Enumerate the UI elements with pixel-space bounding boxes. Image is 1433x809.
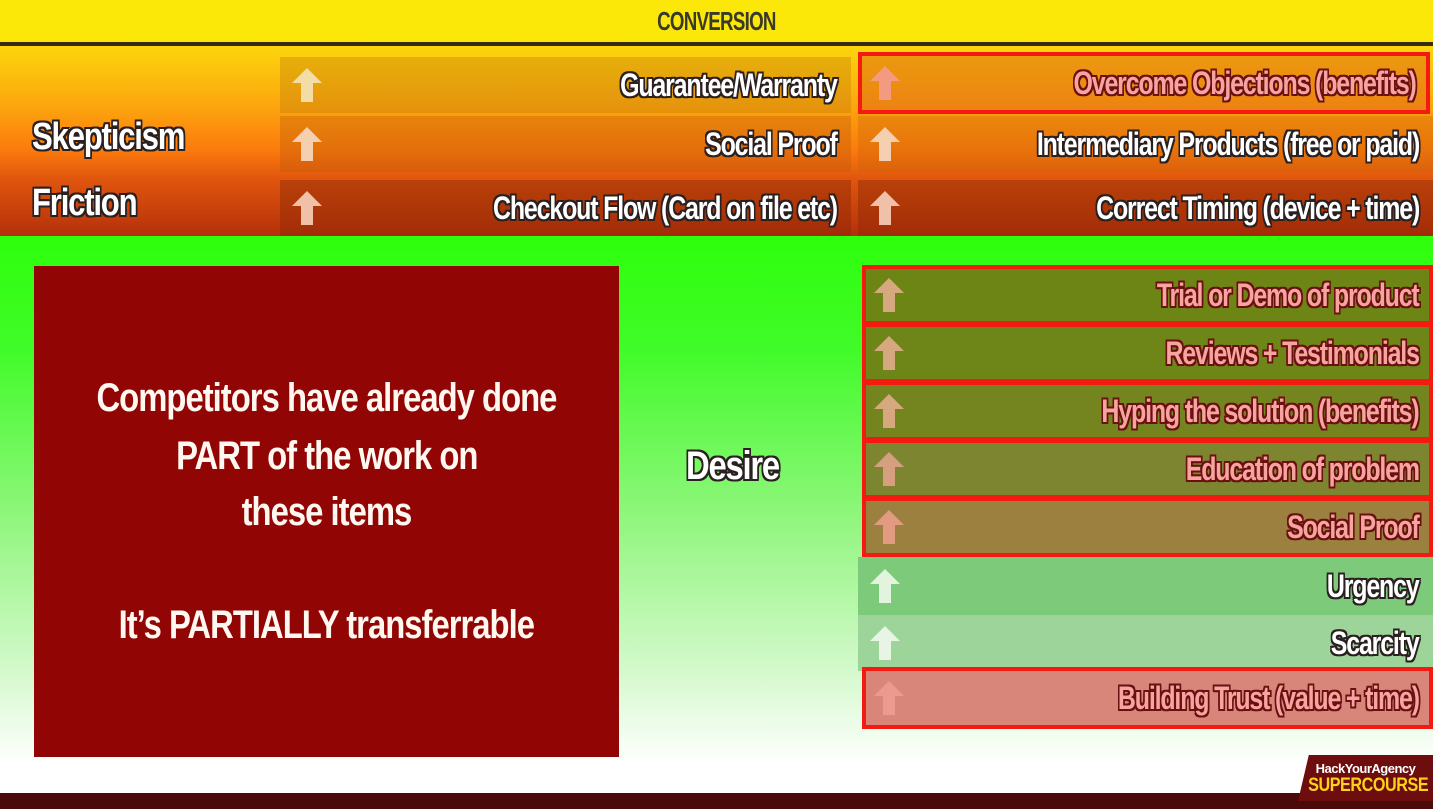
item-label: Overcome Objections (benefits): [1073, 64, 1417, 101]
item-label: Social Proof: [1287, 508, 1420, 545]
slide-title: CONVERSION: [657, 5, 776, 36]
bottom-bar: [0, 793, 1433, 809]
list-item-highlighted: Hyping the solution (benefits): [862, 381, 1433, 441]
item-label: Building Trust (value + time): [1118, 679, 1420, 716]
arrow-up-icon: [874, 278, 904, 312]
callout-line: It’s PARTIALLY transferrable: [118, 603, 535, 647]
list-item: Guarantee/Warranty: [280, 57, 851, 113]
arrow-up-icon: [870, 626, 900, 660]
list-item-highlighted: Reviews + Testimonials: [862, 323, 1433, 383]
arrow-up-icon: [870, 66, 900, 100]
arrow-up-icon: [874, 510, 904, 544]
item-label: Intermediary Products (free or paid): [1036, 125, 1420, 162]
list-item-highlighted: Social Proof: [862, 497, 1433, 557]
list-item-highlighted: Overcome Objections (benefits): [858, 52, 1430, 114]
item-label: Urgency: [1327, 567, 1420, 604]
arrow-up-icon: [870, 127, 900, 161]
arrow-up-icon: [874, 452, 904, 486]
list-item-highlighted: Trial or Demo of product: [862, 265, 1433, 325]
callout-line: PART of the work on: [175, 434, 478, 478]
list-item: Social Proof: [280, 116, 851, 172]
arrow-up-icon: [870, 569, 900, 603]
item-label: Hyping the solution (benefits): [1101, 392, 1420, 429]
list-item: Checkout Flow (Card on file etc): [280, 180, 851, 236]
item-label: Education of problem: [1185, 450, 1420, 487]
brand-logo: HackYourAgency SUPERCOURSE: [1298, 755, 1433, 801]
item-label: Trial or Demo of product: [1157, 276, 1420, 313]
item-label: Guarantee/Warranty: [620, 66, 838, 103]
brand-name: HackYourAgency: [1315, 761, 1416, 776]
list-item-highlighted: Building Trust (value + time): [862, 667, 1433, 729]
category-desire: Desire: [686, 444, 780, 488]
list-item-highlighted: Education of problem: [862, 439, 1433, 499]
arrow-up-icon: [292, 68, 322, 102]
callout-line: these items: [241, 490, 413, 534]
list-item: Urgency: [858, 557, 1433, 615]
list-item: Correct Timing (device + time): [858, 180, 1433, 236]
slide-header: CONVERSION: [0, 0, 1433, 46]
item-label: Checkout Flow (Card on file etc): [493, 189, 838, 226]
list-item: Scarcity: [858, 615, 1433, 671]
arrow-up-icon: [870, 191, 900, 225]
callout-box: Competitors have already done PART of th…: [34, 266, 619, 757]
item-label: Reviews + Testimonials: [1165, 334, 1420, 371]
item-label: Correct Timing (device + time): [1096, 189, 1420, 226]
arrow-up-icon: [874, 394, 904, 428]
arrow-up-icon: [292, 191, 322, 225]
list-item: Intermediary Products (free or paid): [858, 116, 1433, 172]
brand-product: SUPERCOURSE: [1308, 775, 1429, 796]
category-friction: Friction: [32, 182, 138, 224]
arrow-up-icon: [874, 336, 904, 370]
category-skepticism: Skepticism: [32, 116, 185, 158]
callout-line: Competitors have already done: [96, 376, 558, 420]
arrow-up-icon: [874, 681, 904, 715]
item-label: Scarcity: [1331, 624, 1420, 661]
item-label: Social Proof: [705, 125, 838, 162]
arrow-up-icon: [292, 127, 322, 161]
